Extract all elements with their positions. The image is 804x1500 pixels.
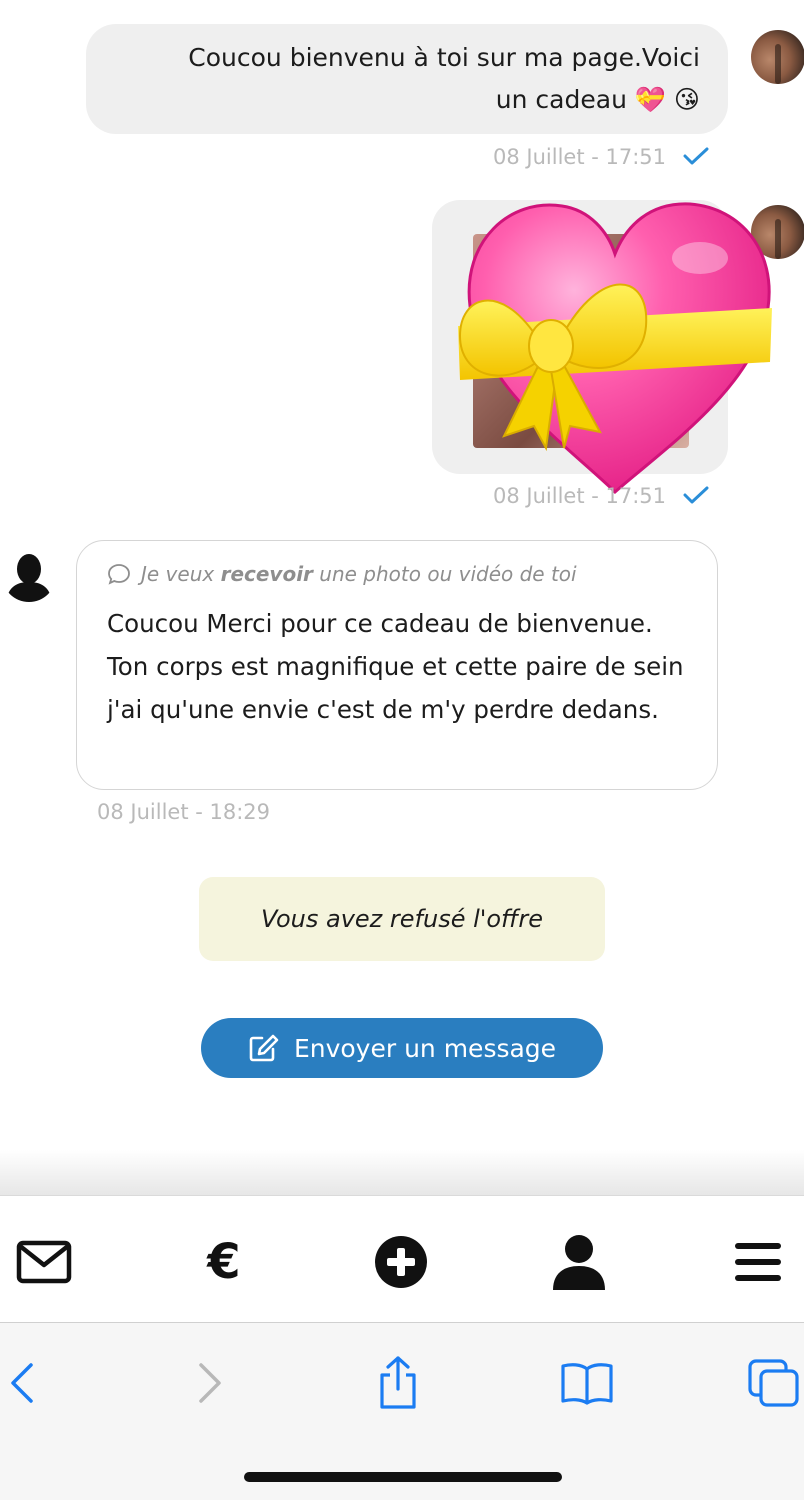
plus-circle-icon xyxy=(375,1236,427,1288)
home-indicator xyxy=(244,1472,562,1482)
euro-icon: € xyxy=(207,1234,241,1290)
book-icon xyxy=(561,1363,613,1405)
chevron-left-icon xyxy=(11,1363,33,1403)
tab-menu[interactable] xyxy=(730,1234,786,1290)
read-check-icon xyxy=(683,147,709,165)
send-message-label: Envoyer un message xyxy=(293,1033,557,1063)
browser-forward-button[interactable] xyxy=(182,1352,238,1414)
browser-back-button[interactable] xyxy=(0,1352,50,1414)
incoming-message-timestamp: 08 Juillet - 18:29 xyxy=(97,800,271,824)
chevron-right-icon xyxy=(199,1363,221,1403)
heart-gift-sticker xyxy=(458,202,772,495)
browser-bookmarks-button[interactable] xyxy=(559,1352,615,1414)
browser-share-button[interactable] xyxy=(370,1352,426,1414)
user-icon xyxy=(553,1235,605,1290)
speech-bubble-icon xyxy=(108,564,130,585)
share-icon xyxy=(380,1356,416,1409)
tab-messages[interactable] xyxy=(16,1234,72,1290)
sender-avatar[interactable] xyxy=(751,30,804,84)
read-check-icon xyxy=(683,486,709,504)
default-user-silhouette-icon xyxy=(6,554,52,602)
fan-avatar[interactable] xyxy=(2,548,56,602)
photo-message-timestamp: 08 Juillet - 17:51 xyxy=(493,484,667,508)
tab-create[interactable] xyxy=(373,1234,429,1290)
send-message-button[interactable]: Envoyer un message xyxy=(201,1018,603,1078)
incoming-message-text: Coucou Merci pour ce cadeau de bienvenue… xyxy=(107,609,684,724)
request-tag: Je veux recevoir une photo ou vidéo de t… xyxy=(107,562,577,586)
tabbar-shadow xyxy=(0,1150,804,1195)
outgoing-message-line-2: un cadeau 💝 😘 xyxy=(495,85,700,114)
request-bold: recevoir xyxy=(220,562,313,586)
request-suffix: une photo ou vidéo de toi xyxy=(312,562,577,586)
outgoing-message-line-1: Coucou bienvenu à toi sur ma page.Voici xyxy=(188,43,700,72)
outgoing-message-timestamp: 08 Juillet - 17:51 xyxy=(493,145,667,169)
edit-icon xyxy=(249,1034,279,1062)
browser-tabs-button[interactable] xyxy=(746,1352,802,1414)
tab-profile[interactable] xyxy=(551,1234,607,1290)
request-prefix: Je veux xyxy=(141,562,221,586)
envelope-icon xyxy=(16,1240,72,1284)
tab-payments[interactable]: € xyxy=(196,1234,252,1290)
offer-refused-notice: Vous avez refusé l'offre xyxy=(199,877,605,961)
tabs-icon xyxy=(748,1359,799,1407)
hamburger-icon xyxy=(735,1243,781,1281)
